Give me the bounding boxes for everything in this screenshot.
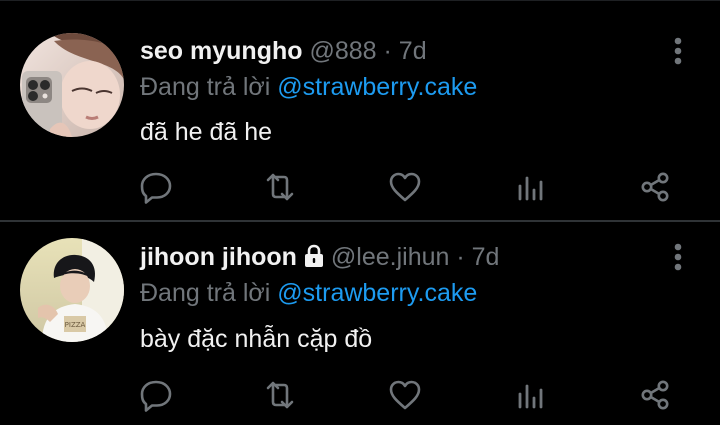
tweet[interactable]: PIZZA jihoon jihoon @lee.jihun · 7d Đang… bbox=[0, 222, 720, 425]
tweet-text: đã he đã he bbox=[140, 118, 273, 146]
like-icon[interactable] bbox=[385, 167, 425, 207]
more-icon[interactable] bbox=[668, 242, 688, 272]
reply-icon[interactable] bbox=[136, 167, 176, 207]
reply-icon[interactable] bbox=[136, 375, 176, 415]
reply-prefix: Đang trả lời bbox=[140, 279, 271, 307]
tweet-text: bày đặc nhẫn cặp đồ bbox=[140, 325, 373, 353]
reply-prefix: Đang trả lời bbox=[140, 73, 271, 101]
views-icon[interactable] bbox=[510, 375, 550, 415]
reply-context: Đang trả lời @strawberry.cake bbox=[140, 278, 477, 308]
handle[interactable]: @lee.jihun bbox=[331, 243, 450, 271]
display-name[interactable]: jihoon jihoon bbox=[140, 243, 297, 271]
retweet-icon[interactable] bbox=[260, 167, 300, 207]
share-icon[interactable] bbox=[635, 375, 675, 415]
reply-context: Đang trả lời @strawberry.cake bbox=[140, 72, 477, 102]
tweet-header: jihoon jihoon @lee.jihun · 7d bbox=[140, 242, 499, 275]
separator: · bbox=[383, 37, 392, 65]
lock-icon bbox=[303, 244, 325, 275]
more-icon[interactable] bbox=[668, 36, 688, 66]
tweet-header: seo myungho @888 · 7d bbox=[140, 36, 427, 66]
retweet-icon[interactable] bbox=[260, 375, 300, 415]
views-icon[interactable] bbox=[510, 167, 550, 207]
svg-text:PIZZA: PIZZA bbox=[65, 321, 86, 329]
tweet[interactable]: seo myungho @888 · 7d Đang trả lời @stra… bbox=[0, 0, 720, 220]
timestamp[interactable]: 7d bbox=[472, 243, 500, 271]
handle[interactable]: @888 bbox=[309, 37, 376, 65]
timestamp[interactable]: 7d bbox=[399, 37, 427, 65]
reply-to-link[interactable]: @strawberry.cake bbox=[277, 279, 477, 307]
separator: · bbox=[456, 243, 465, 271]
avatar[interactable] bbox=[20, 33, 124, 137]
avatar[interactable]: PIZZA bbox=[20, 238, 124, 342]
reply-to-link[interactable]: @strawberry.cake bbox=[277, 73, 477, 101]
share-icon[interactable] bbox=[635, 167, 675, 207]
display-name[interactable]: seo myungho bbox=[140, 37, 303, 65]
like-icon[interactable] bbox=[385, 375, 425, 415]
